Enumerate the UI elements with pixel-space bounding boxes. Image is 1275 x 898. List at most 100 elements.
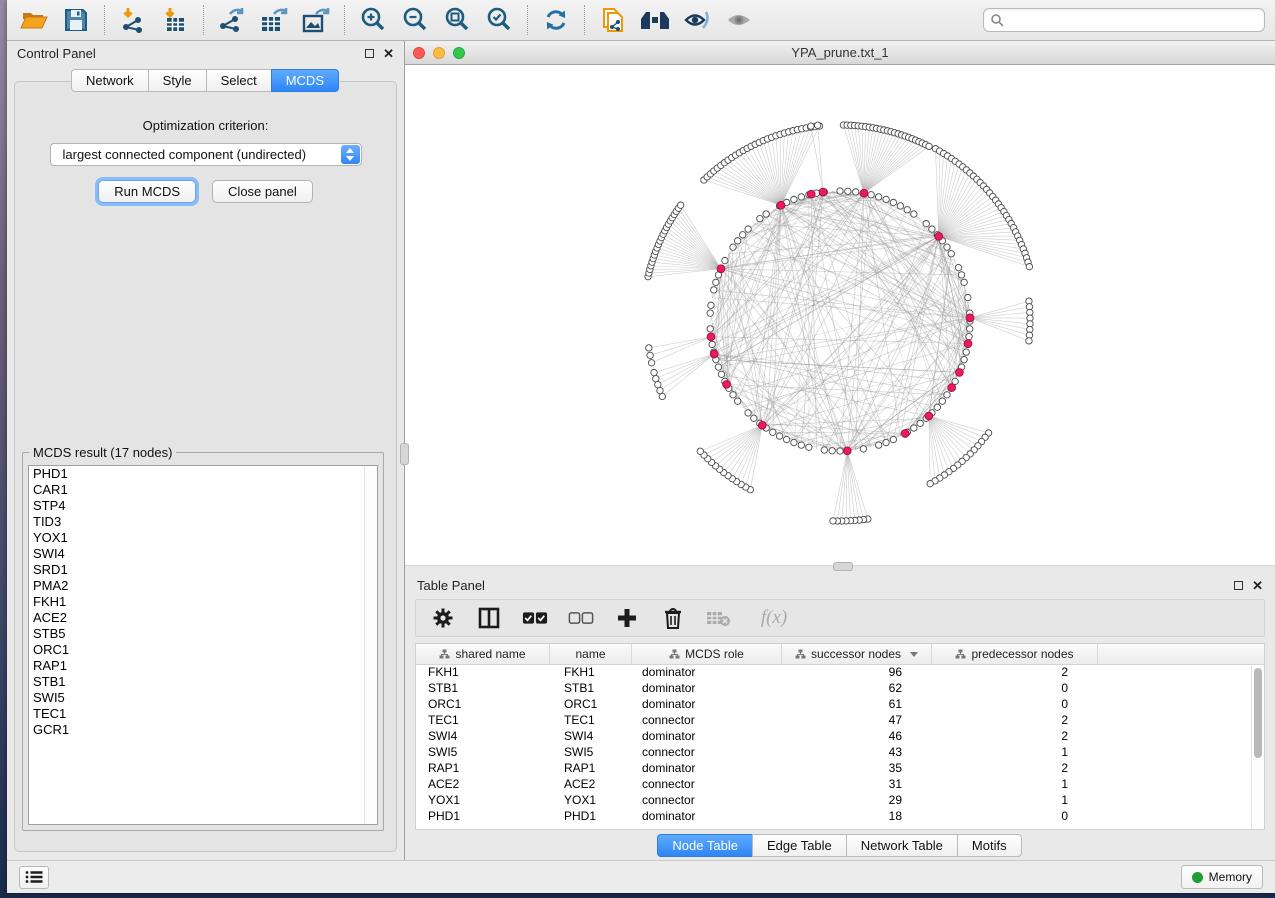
graph-node[interactable] (739, 232, 745, 238)
table-cell[interactable]: dominator (632, 729, 782, 745)
graph-node[interactable] (868, 192, 874, 198)
graph-node[interactable] (934, 404, 940, 410)
tab-edge-table[interactable]: Edge Table (752, 834, 847, 857)
tab-style[interactable]: Style (148, 69, 207, 92)
graph-mcds-node[interactable] (710, 350, 718, 358)
node-table[interactable]: shared namenameMCDS rolesuccessor nodesp… (415, 643, 1265, 830)
table-row[interactable]: FKH1FKH1dominator962 (416, 665, 1264, 681)
graph-node[interactable] (897, 203, 903, 209)
graph-node[interactable] (961, 356, 967, 362)
table-cell[interactable]: 2 (932, 713, 1098, 729)
tab-motifs[interactable]: Motifs (957, 834, 1022, 857)
mcds-result-item[interactable]: YOX1 (29, 530, 377, 546)
network-search-box[interactable] (983, 8, 1265, 32)
table-cell[interactable]: ORC1 (416, 697, 550, 713)
graph-mcds-node[interactable] (935, 232, 943, 240)
mcds-result-item[interactable]: TEC1 (29, 706, 377, 722)
table-scrollbar-thumb[interactable] (1254, 668, 1262, 758)
table-cell[interactable]: 61 (782, 697, 932, 713)
graph-node[interactable] (655, 381, 661, 387)
mcds-result-item[interactable]: STP4 (29, 498, 377, 514)
table-cell[interactable]: SWI4 (416, 729, 550, 745)
graph-node[interactable] (677, 202, 683, 208)
network-window-titlebar[interactable]: YPA_prune.txt_1 (405, 41, 1275, 65)
graph-node[interactable] (718, 371, 724, 377)
table-cell[interactable]: 1 (932, 745, 1098, 761)
graph-node[interactable] (958, 272, 964, 278)
table-cell[interactable]: RAP1 (550, 761, 632, 777)
graph-node[interactable] (730, 392, 736, 398)
table-row[interactable]: STB1STB1dominator620 (416, 681, 1264, 697)
first-neighbors-button[interactable] (634, 2, 676, 38)
apply-layout-button[interactable] (535, 2, 577, 38)
horizontal-splitter[interactable] (405, 565, 1275, 573)
table-cell[interactable]: 18 (782, 809, 932, 825)
select-all-rows-button[interactable] (522, 605, 548, 631)
table-cell[interactable]: YOX1 (416, 793, 550, 809)
graph-mcds-node[interactable] (901, 430, 909, 438)
memory-button[interactable]: Memory (1181, 865, 1263, 889)
table-mode-button[interactable] (430, 605, 456, 631)
graph-node[interactable] (965, 294, 971, 300)
table-cell[interactable]: 2 (932, 729, 1098, 745)
table-row[interactable]: ORC1ORC1dominator610 (416, 697, 1264, 713)
graph-node[interactable] (845, 188, 851, 194)
graph-mcds-node[interactable] (758, 421, 766, 429)
node-table-header[interactable]: shared namenameMCDS rolesuccessor nodesp… (416, 644, 1264, 665)
graph-node[interactable] (927, 480, 933, 486)
graph-mcds-node[interactable] (948, 384, 956, 392)
show-hide-columns-button[interactable] (476, 605, 502, 631)
hide-selected-button[interactable] (676, 2, 718, 38)
graph-node[interactable] (757, 215, 763, 221)
graph-mcds-node[interactable] (925, 412, 933, 420)
table-cell[interactable]: 29 (782, 793, 932, 809)
close-table-panel-icon[interactable]: ✕ (1252, 579, 1263, 592)
graph-node[interactable] (917, 420, 923, 426)
graph-node[interactable] (944, 244, 950, 250)
network-graph[interactable] (405, 65, 1274, 562)
graph-node[interactable] (948, 251, 954, 257)
graph-node[interactable] (961, 279, 967, 285)
close-panel-icon[interactable]: ✕ (383, 47, 394, 60)
graph-node[interactable] (763, 211, 769, 217)
export-image-button[interactable] (295, 2, 337, 38)
mcds-result-item[interactable]: RAP1 (29, 658, 377, 674)
float-table-panel-icon[interactable] (1234, 581, 1243, 590)
graph-node[interactable] (1026, 263, 1032, 269)
graph-node[interactable] (829, 448, 835, 454)
graph-node[interactable] (734, 238, 740, 244)
graph-node[interactable] (890, 436, 896, 442)
table-cell[interactable]: 43 (782, 745, 932, 761)
table-cell[interactable]: connector (632, 745, 782, 761)
table-cell[interactable]: dominator (632, 681, 782, 697)
table-cell[interactable]: 2 (932, 761, 1098, 777)
graph-node[interactable] (939, 398, 945, 404)
graph-mcds-node[interactable] (707, 333, 715, 341)
table-row[interactable]: SWI4SWI4dominator462 (416, 729, 1264, 745)
graph-node[interactable] (955, 264, 961, 270)
graph-node[interactable] (944, 392, 950, 398)
graph-node[interactable] (770, 429, 776, 435)
tab-network[interactable]: Network (71, 69, 149, 92)
run-mcds-button[interactable]: Run MCDS (98, 180, 196, 203)
export-table-button[interactable] (253, 2, 295, 38)
mcds-result-list[interactable]: PHD1CAR1STP4TID3YOX1SWI4SRD1PMA2FKH1ACE2… (28, 465, 378, 825)
optimization-criterion-select[interactable]: largest connected component (undirected) (50, 143, 362, 166)
graph-node[interactable] (646, 345, 652, 351)
table-cell[interactable]: 0 (932, 809, 1098, 825)
graph-node[interactable] (883, 439, 889, 445)
tab-mcds[interactable]: MCDS (271, 69, 339, 92)
mcds-result-item[interactable]: TID3 (29, 514, 377, 530)
search-input[interactable] (1004, 13, 1258, 27)
table-cell[interactable]: YOX1 (550, 793, 632, 809)
graph-mcds-node[interactable] (966, 314, 974, 322)
graph-node[interactable] (709, 341, 715, 347)
show-all-button[interactable] (718, 2, 760, 38)
graph-node[interactable] (837, 448, 843, 454)
mcds-result-item[interactable]: FKH1 (29, 594, 377, 610)
graph-node[interactable] (653, 375, 659, 381)
mcds-result-item[interactable]: SRD1 (29, 562, 377, 578)
graph-mcds-node[interactable] (807, 190, 815, 198)
mcds-result-item[interactable]: STB5 (29, 626, 377, 642)
mcds-list-scrollbar[interactable] (364, 466, 377, 824)
